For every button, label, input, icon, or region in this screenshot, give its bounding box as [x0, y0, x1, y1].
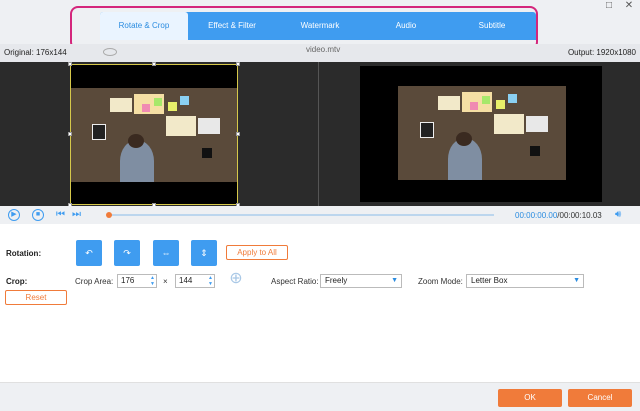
playback-bar: ▶ ■ ⏮ ⏭ 00:00:00.00/00:00:10.03 🔊︎: [0, 206, 640, 224]
output-video-scene: [398, 86, 566, 180]
aspect-ratio-value: Freely: [325, 276, 348, 285]
current-time: 00:00:00.00: [515, 211, 558, 220]
crop-height-value: 144: [179, 276, 193, 285]
crop-times-sign: ×: [163, 277, 168, 286]
play-icon[interactable]: ▶: [8, 209, 20, 221]
crop-handle-tm[interactable]: [152, 62, 156, 66]
eye-icon[interactable]: [103, 48, 117, 56]
aspect-ratio-label: Aspect Ratio:: [271, 277, 319, 286]
volume-icon[interactable]: 🔊︎: [615, 209, 621, 221]
preview-divider: [318, 62, 319, 206]
crop-handle-tl[interactable]: [68, 62, 72, 66]
reset-button[interactable]: Reset: [5, 290, 67, 305]
crop-rectangle[interactable]: [68, 62, 240, 207]
apply-to-all-button[interactable]: Apply to All: [226, 245, 288, 260]
total-time: /00:00:10.03: [557, 211, 602, 220]
cancel-button[interactable]: Cancel: [568, 389, 632, 407]
seek-thumb[interactable]: [106, 212, 112, 218]
height-stepper-icon[interactable]: ▲ ▼: [208, 275, 213, 287]
output-resolution: Output: 1920x1080: [567, 48, 636, 57]
restore-icon[interactable]: □: [602, 0, 616, 14]
previous-frame-icon[interactable]: ⏮: [56, 209, 65, 221]
seek-track[interactable]: [108, 214, 494, 216]
crop-width-value: 176: [121, 276, 135, 285]
edit-controls: Rotation: ↶ ↷ ⇔ ⇕ Apply to All Crop: Res…: [0, 224, 640, 382]
original-resolution: Original: 176x144: [4, 48, 67, 57]
ok-button[interactable]: OK: [498, 389, 562, 407]
crop-label: Crop:: [6, 277, 28, 286]
aspect-ratio-select[interactable]: Freely ▼: [320, 274, 402, 288]
title-bar: Rotate & Crop Effect & Filter Watermark …: [0, 0, 640, 50]
width-stepper-icon[interactable]: ▲ ▼: [150, 275, 155, 287]
zoom-mode-label: Zoom Mode:: [418, 277, 463, 286]
crop-height-input[interactable]: 144 ▲ ▼: [175, 274, 215, 288]
next-frame-icon[interactable]: ⏭: [72, 209, 81, 221]
time-display: 00:00:00.00/00:00:10.03: [515, 211, 602, 220]
rotation-label: Rotation:: [6, 249, 42, 258]
video-preview-area: [0, 62, 640, 207]
dialog-footer: OK Cancel: [0, 382, 640, 411]
info-row: Original: 176x144 video.mtv Output: 1920…: [0, 44, 640, 62]
crop-handle-mr[interactable]: [236, 132, 240, 136]
crop-handle-tr[interactable]: [236, 62, 240, 66]
flip-vertical-icon[interactable]: ⇕: [191, 240, 217, 266]
center-crosshair-icon[interactable]: ⊕: [226, 270, 246, 290]
chevron-down-icon: ▼: [391, 277, 398, 284]
flip-horizontal-icon[interactable]: ⇔: [153, 240, 179, 266]
file-name: video.mtv: [306, 45, 341, 54]
rotate-right-icon[interactable]: ↷: [114, 240, 140, 266]
chevron-down-icon: ▼: [573, 277, 580, 284]
crop-width-input[interactable]: 176 ▲ ▼: [117, 274, 157, 288]
rotate-left-icon[interactable]: ↶: [76, 240, 102, 266]
crop-area-label: Crop Area:: [75, 277, 114, 286]
close-icon[interactable]: ✕: [622, 0, 636, 14]
stop-icon[interactable]: ■: [32, 209, 44, 221]
crop-handle-ml[interactable]: [68, 132, 72, 136]
zoom-mode-value: Letter Box: [471, 276, 508, 285]
output-frame: [360, 66, 602, 202]
zoom-mode-select[interactable]: Letter Box ▼: [466, 274, 584, 288]
